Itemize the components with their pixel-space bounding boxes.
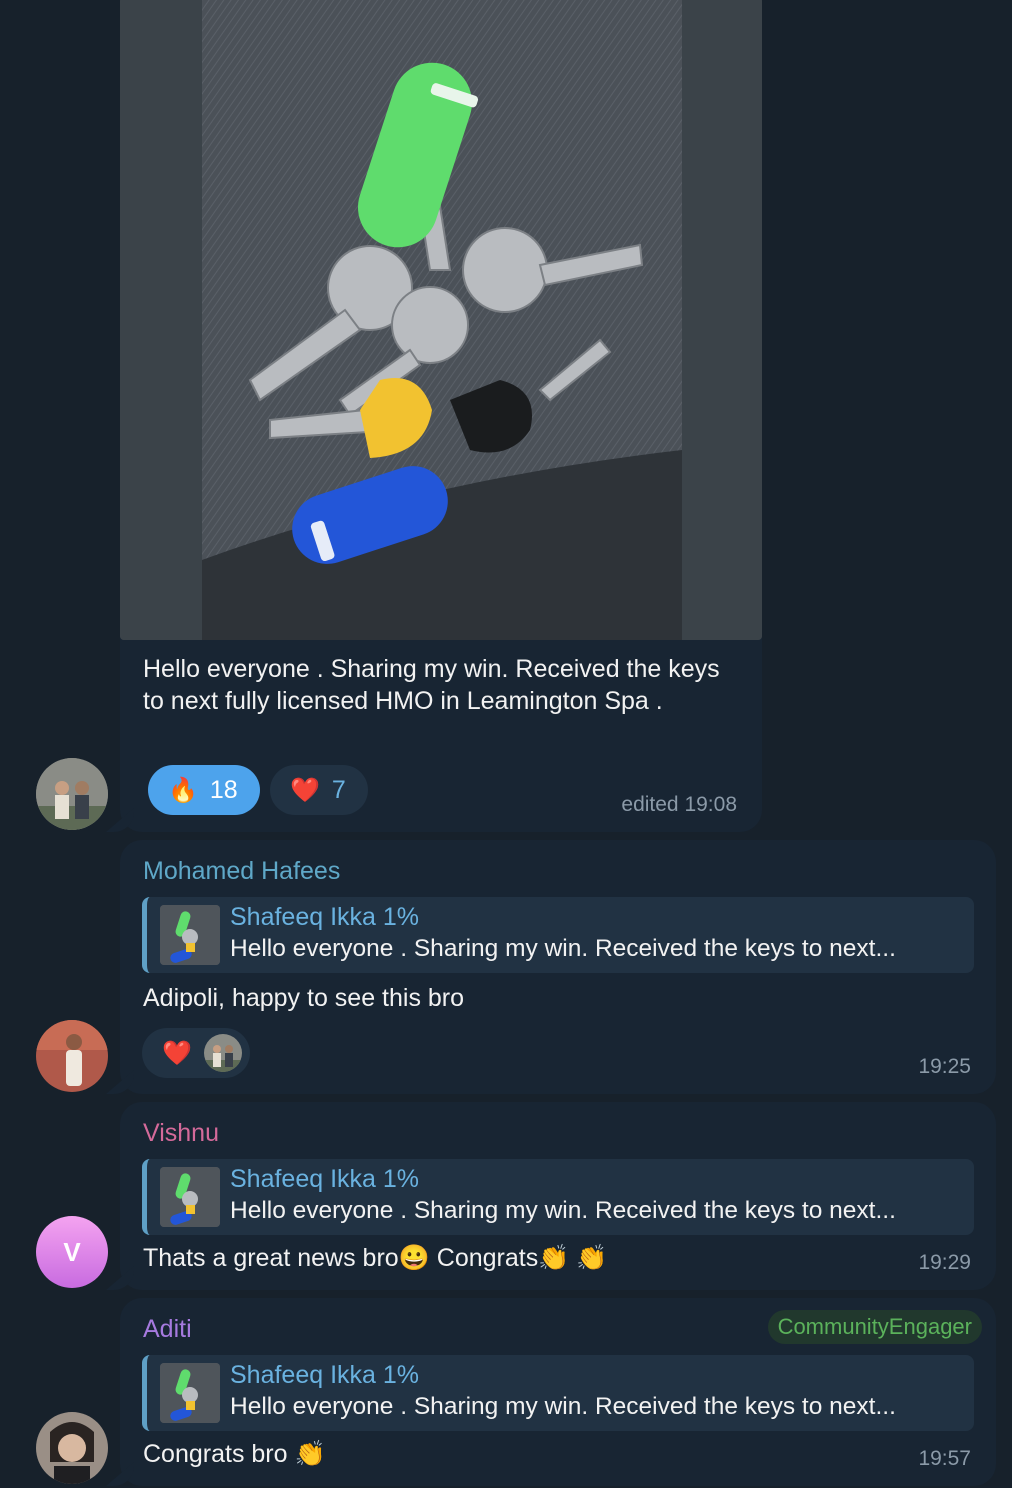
photo-attachment[interactable] xyxy=(120,0,762,640)
sender-name[interactable]: Mohamed Hafees xyxy=(143,857,340,886)
reaction-count: 7 xyxy=(331,775,346,804)
fire-icon: 🔥 xyxy=(168,776,198,804)
reaction-heart[interactable]: ❤️ xyxy=(142,1028,250,1078)
avatar-image xyxy=(36,1412,108,1484)
reactor-avatar xyxy=(203,1034,242,1072)
message-bubble[interactable]: Hello everyone . Sharing my win. Receive… xyxy=(120,0,762,832)
message-reply: Mohamed Hafees Shafeeq Ikka 1% Hello eve… xyxy=(0,840,1012,1094)
message-reply: Aditi CommunityEngager Shafeeq Ikka 1% H… xyxy=(0,1298,1012,1486)
member-badge: CommunityEngager xyxy=(767,1310,982,1344)
message-text: Thats a great news bro😀 Congrats👏 👏 xyxy=(143,1244,608,1272)
message-time: 19:57 xyxy=(918,1447,971,1470)
keys-photo xyxy=(120,0,762,640)
reply-thumbnail xyxy=(160,1363,220,1423)
message-time: 19:25 xyxy=(918,1055,971,1078)
reply-thumbnail xyxy=(160,905,220,965)
reply-quote[interactable]: Shafeeq Ikka 1% Hello everyone . Sharing… xyxy=(142,897,974,973)
sender-name[interactable]: Aditi xyxy=(143,1315,192,1344)
reply-sender: Shafeeq Ikka 1% xyxy=(230,1165,420,1193)
message-text: Adipoli, happy to see this bro xyxy=(143,984,465,1012)
reply-sender: Shafeeq Ikka 1% xyxy=(230,1361,420,1389)
avatar-letter: V xyxy=(63,1236,81,1267)
message-time: edited 19:08 xyxy=(621,793,737,816)
message-bubble[interactable]: Vishnu Shafeeq Ikka 1% Hello everyone . … xyxy=(120,1102,996,1290)
reply-text: Hello everyone . Sharing my win. Receive… xyxy=(230,1197,896,1224)
message-time: 19:29 xyxy=(918,1251,971,1274)
heart-icon: ❤️ xyxy=(162,1039,192,1067)
reaction-count: 18 xyxy=(209,775,238,804)
message-reply: Vishnu Shafeeq Ikka 1% Hello everyone . … xyxy=(0,1102,1012,1290)
heart-icon: ❤️ xyxy=(290,776,320,804)
message-text: Hello everyone . Sharing my win. Receive… xyxy=(143,655,720,715)
message-bubble[interactable]: Mohamed Hafees Shafeeq Ikka 1% Hello eve… xyxy=(120,840,996,1094)
reaction-fire[interactable]: 🔥 18 xyxy=(148,765,260,815)
reply-text: Hello everyone . Sharing my win. Receive… xyxy=(230,1393,896,1420)
reply-quote[interactable]: Shafeeq Ikka 1% Hello everyone . Sharing… xyxy=(142,1159,974,1235)
avatar-image xyxy=(36,1020,108,1092)
avatar[interactable]: V xyxy=(36,1216,108,1288)
avatar[interactable] xyxy=(36,1020,108,1092)
reply-quote[interactable]: Shafeeq Ikka 1% Hello everyone . Sharing… xyxy=(142,1355,974,1431)
message-photo-post: Hello everyone . Sharing my win. Receive… xyxy=(0,0,1012,832)
avatar[interactable] xyxy=(36,758,108,830)
reply-text: Hello everyone . Sharing my win. Receive… xyxy=(230,935,896,962)
reply-thumbnail xyxy=(160,1167,220,1227)
avatar[interactable] xyxy=(36,1412,108,1484)
reply-sender: Shafeeq Ikka 1% xyxy=(230,903,420,931)
message-bubble[interactable]: Aditi CommunityEngager Shafeeq Ikka 1% H… xyxy=(120,1298,996,1486)
avatar-image xyxy=(36,758,108,830)
reaction-heart[interactable]: ❤️ 7 xyxy=(270,765,368,815)
sender-name[interactable]: Vishnu xyxy=(143,1119,219,1148)
message-text: Congrats bro 👏 xyxy=(143,1440,326,1468)
